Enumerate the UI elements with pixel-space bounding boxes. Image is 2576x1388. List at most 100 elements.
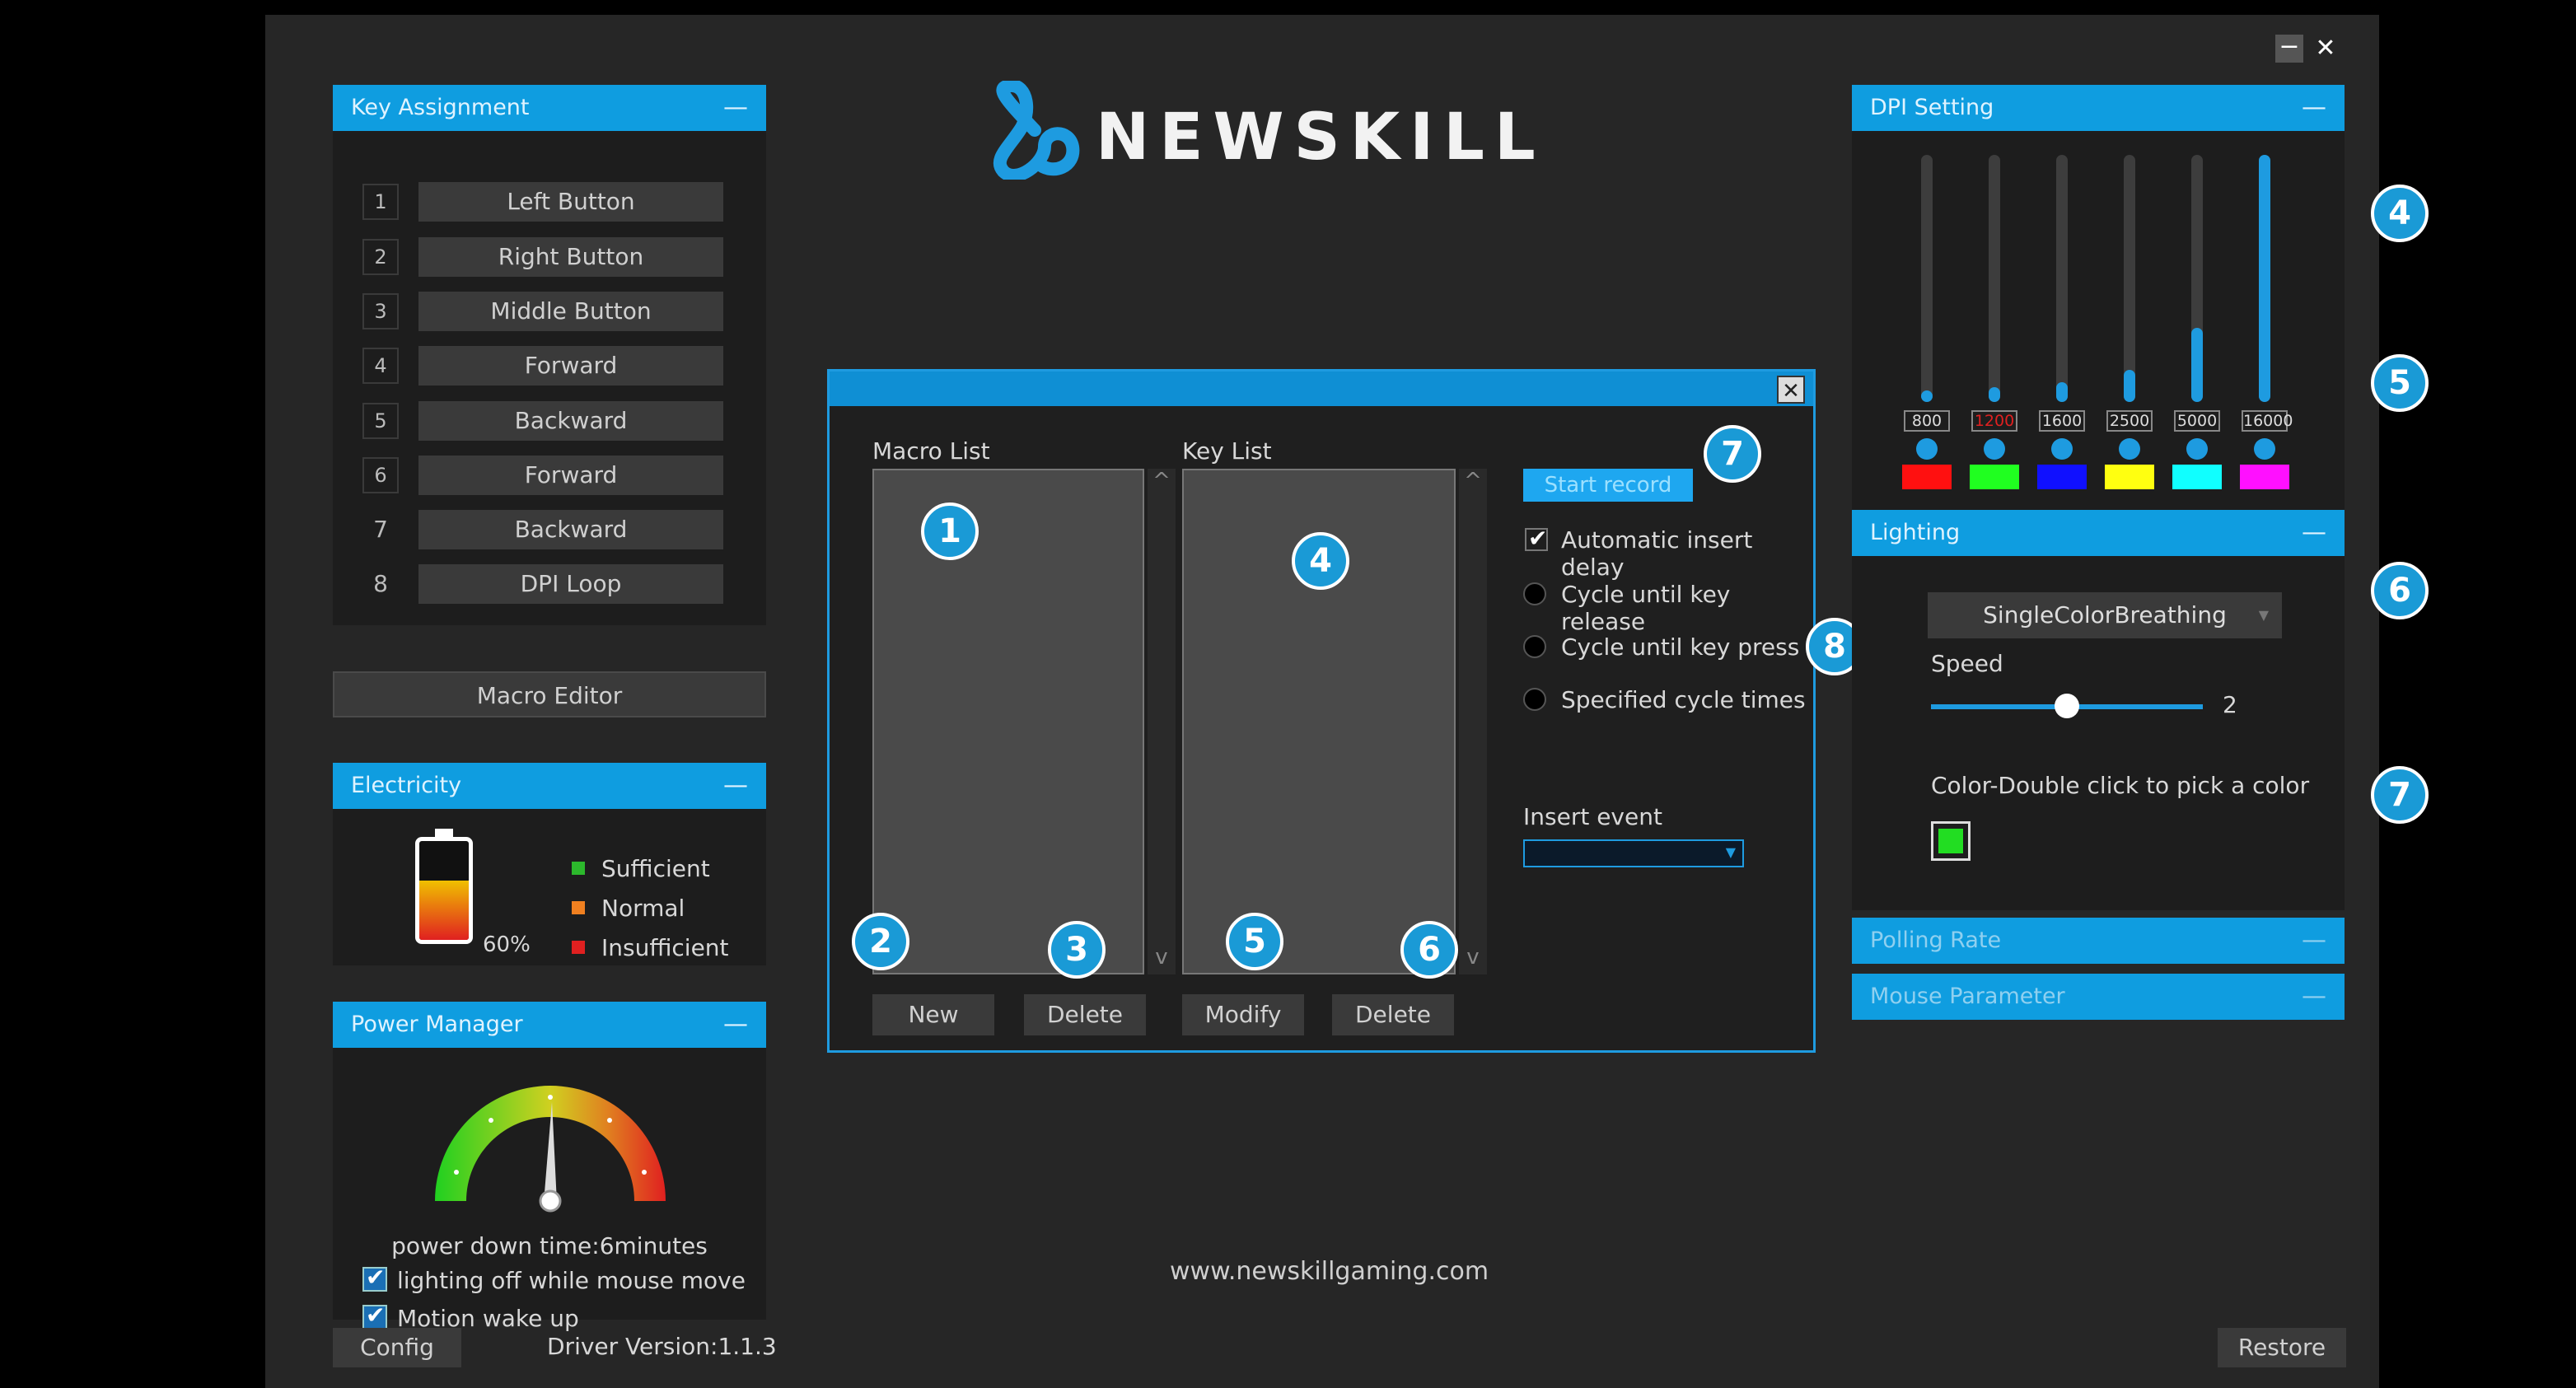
dpi-color-swatch[interactable] [2240, 465, 2289, 489]
start-record-button[interactable]: Start record [1523, 469, 1693, 502]
lighting-title: Lighting [1870, 520, 1961, 545]
collapse-icon[interactable]: — [723, 763, 748, 809]
dpi-slider-fill [2259, 155, 2270, 402]
legend-swatch [572, 862, 585, 875]
newskill-logo: NEWSKILL [987, 71, 1629, 191]
dpi-value-label: 1200 [1971, 410, 2017, 432]
dpi-select-knob[interactable] [1984, 438, 2005, 460]
collapse-icon[interactable]: — [2302, 85, 2326, 131]
collapse-icon[interactable]: — [2302, 918, 2326, 964]
callout-badge-2: 2 [852, 913, 909, 970]
macro-list-box[interactable] [872, 469, 1144, 974]
dpi-color-swatch[interactable] [2037, 465, 2087, 489]
callout-badge-5: 5 [2371, 354, 2429, 412]
color-swatch[interactable] [1931, 821, 1971, 861]
collapse-icon[interactable]: — [2302, 974, 2326, 1020]
dpi-setting-title: DPI Setting [1870, 95, 1994, 120]
dpi-slider-track[interactable] [1921, 155, 1933, 402]
key-number: 1 [362, 184, 399, 220]
dpi-select-knob[interactable] [1916, 438, 1938, 460]
cycle-press-radio[interactable] [1523, 635, 1546, 658]
delete-macro-button[interactable]: Delete [1024, 994, 1146, 1035]
macro-editor-dialog: ✕ Macro List Key List ^ v ^ v New Delete… [827, 369, 1816, 1053]
macro-list-scrollbar[interactable]: ^ v [1148, 469, 1176, 974]
key-button-2[interactable]: Right Button [418, 237, 723, 277]
power-manager-header[interactable]: Power Manager — [333, 1002, 766, 1048]
delete-key-button[interactable]: Delete [1332, 994, 1454, 1035]
collapse-icon[interactable]: — [723, 85, 748, 131]
dpi-select-knob[interactable] [2051, 438, 2073, 460]
scroll-up-icon[interactable]: ^ [1459, 469, 1487, 497]
key-button-3[interactable]: Middle Button [418, 292, 723, 331]
cycle-press-label: Cycle until key press [1561, 633, 1800, 661]
dpi-slider-track[interactable] [2124, 155, 2135, 402]
new-macro-button[interactable]: New [872, 994, 994, 1035]
restore-button[interactable]: Restore [2218, 1328, 2346, 1367]
key-number: 2 [362, 239, 399, 275]
collapse-icon[interactable]: — [723, 1002, 748, 1048]
callout-badge-7: 7 [2371, 766, 2429, 824]
dpi-select-knob[interactable] [2119, 438, 2140, 460]
config-button[interactable]: Config [333, 1328, 461, 1367]
callout-badge-4: 4 [1292, 532, 1349, 590]
modify-key-button[interactable]: Modify [1182, 994, 1304, 1035]
key-button-7[interactable]: Backward [418, 510, 723, 549]
close-button[interactable]: ✕ [2312, 35, 2340, 63]
scroll-down-icon[interactable]: v [1148, 945, 1176, 973]
lighting-off-checkbox[interactable] [362, 1264, 387, 1292]
key-assignment-header[interactable]: Key Assignment — [333, 85, 766, 131]
callout-badge-4: 4 [2371, 185, 2429, 242]
collapse-icon[interactable]: — [2302, 510, 2326, 556]
mouse-parameter-header[interactable]: Mouse Parameter — [1852, 974, 2345, 1020]
dpi-value-label: 1600 [2039, 410, 2085, 432]
key-button-1[interactable]: Left Button [418, 182, 723, 222]
color-pick-label: Color-Double click to pick a color [1931, 772, 2310, 799]
lighting-header[interactable]: Lighting — [1852, 510, 2345, 556]
key-button-6[interactable]: Forward [418, 456, 723, 495]
polling-rate-header[interactable]: Polling Rate — [1852, 918, 2345, 964]
lighting-mode-dropdown[interactable]: SingleColorBreathing ▼ [1928, 592, 2282, 638]
dpi-color-swatch[interactable] [2172, 465, 2222, 489]
callout-badge-3: 3 [1048, 921, 1106, 979]
power-manager-title: Power Manager [351, 1012, 523, 1037]
macro-editor-button[interactable]: Macro Editor [333, 671, 766, 717]
dpi-slider-track[interactable] [2191, 155, 2203, 402]
callout-badge-1: 1 [921, 502, 979, 560]
electricity-header[interactable]: Electricity — [333, 763, 766, 809]
electricity-title: Electricity [351, 773, 462, 798]
dpi-slider-fill [1921, 390, 1933, 402]
motion-wake-checkbox[interactable] [362, 1302, 387, 1330]
key-button-8[interactable]: DPI Loop [418, 564, 723, 604]
dpi-color-swatch[interactable] [2105, 465, 2154, 489]
minimize-button[interactable]: − [2275, 35, 2303, 63]
key-list-scrollbar[interactable]: ^ v [1459, 469, 1487, 974]
cycle-release-radio[interactable] [1523, 582, 1546, 605]
dpi-color-swatch[interactable] [1970, 465, 2019, 489]
key-number: 4 [362, 348, 399, 384]
dpi-value-label: 16000 [2242, 410, 2293, 432]
cycle-release-label: Cycle until key release [1561, 581, 1731, 635]
scroll-up-icon[interactable]: ^ [1148, 469, 1176, 497]
legend-label: Normal [601, 895, 685, 922]
dpi-select-knob[interactable] [2186, 438, 2208, 460]
speed-slider[interactable] [1931, 694, 2203, 718]
insert-event-dropdown[interactable]: ▼ [1523, 839, 1744, 867]
scroll-down-icon[interactable]: v [1459, 945, 1487, 973]
website-url[interactable]: www.newskillgaming.com [1170, 1257, 1489, 1286]
key-button-4[interactable]: Forward [418, 346, 723, 386]
macro-list-label: Macro List [872, 437, 990, 465]
auto-delay-checkbox[interactable] [1525, 525, 1548, 552]
specified-cycles-radio[interactable] [1523, 688, 1546, 711]
dpi-slider-track[interactable] [1989, 155, 2000, 402]
key-button-5[interactable]: Backward [418, 401, 723, 441]
dpi-select-knob[interactable] [2254, 438, 2275, 460]
dpi-slider-fill [2191, 328, 2203, 402]
dpi-color-swatch[interactable] [1902, 465, 1952, 489]
polling-rate-title: Polling Rate [1870, 928, 2002, 953]
speed-slider-thumb[interactable] [2055, 694, 2079, 718]
power-gauge[interactable] [418, 1053, 682, 1217]
dialog-close-button[interactable]: ✕ [1777, 376, 1805, 404]
dpi-slider-track[interactable] [2056, 155, 2068, 402]
dpi-setting-header[interactable]: DPI Setting — [1852, 85, 2345, 131]
dpi-slider-track[interactable] [2259, 155, 2270, 402]
